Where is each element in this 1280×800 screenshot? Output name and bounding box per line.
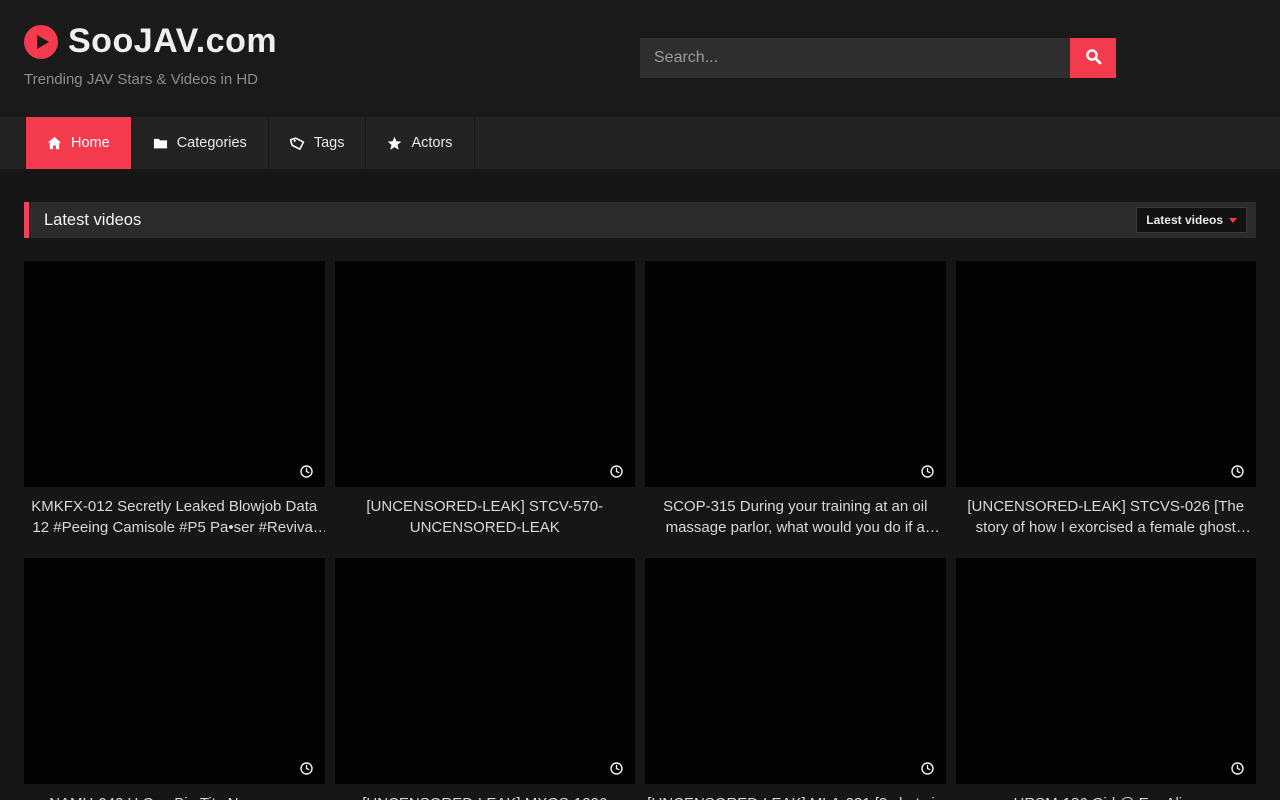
nav-item-tags[interactable]: Tags [269, 117, 367, 169]
video-title: HRSM-186 Girl @ Era Alice [956, 793, 1257, 800]
search-input[interactable] [640, 38, 1070, 78]
site-title[interactable]: SooJAV.com [68, 22, 277, 61]
video-thumbnail[interactable] [645, 261, 946, 487]
magnifier-icon [1085, 48, 1102, 68]
clock-icon [610, 762, 623, 775]
home-icon [47, 136, 62, 151]
video-title: [UNCENSORED-LEAK] STCV-570-UNCENSORED-LE… [335, 496, 636, 538]
video-thumbnail[interactable] [956, 558, 1257, 784]
nav-item-label: Actors [411, 135, 452, 151]
video-grid: KMKFX-012 Secretly Leaked Blowjob Data 1… [24, 261, 1256, 800]
video-title: [UNCENSORED-LEAK] MLA-231 [3 shots in [645, 793, 946, 800]
section-title: Latest videos [29, 211, 141, 230]
sort-dropdown[interactable]: Latest videos [1136, 207, 1247, 233]
video-thumbnail[interactable] [335, 558, 636, 784]
main-nav: Home Categories Tags Actors [0, 117, 1280, 169]
star-icon [387, 136, 402, 151]
video-card[interactable]: KMKFX-012 Secretly Leaked Blowjob Data 1… [24, 261, 325, 538]
video-title: NAMH-042 H Cup Big Tits Newcomer (170cm … [24, 793, 325, 800]
video-title: KMKFX-012 Secretly Leaked Blowjob Data 1… [24, 496, 325, 538]
search-form [640, 38, 1116, 78]
video-card[interactable]: SCOP-315 During your training at an oil … [645, 261, 946, 538]
nav-item-label: Categories [177, 135, 247, 151]
clock-icon [921, 465, 934, 478]
clock-icon [921, 762, 934, 775]
video-thumbnail[interactable] [645, 558, 946, 784]
video-thumbnail[interactable] [956, 261, 1257, 487]
section-header: Latest videos Latest videos [24, 202, 1256, 238]
site-logo[interactable]: SooJAV.com [24, 22, 277, 61]
nav-item-label: Home [71, 135, 110, 151]
video-thumbnail[interactable] [335, 261, 636, 487]
video-card[interactable]: [UNCENSORED-LEAK] STCV-570-UNCENSORED-LE… [335, 261, 636, 538]
clock-icon [610, 465, 623, 478]
video-card[interactable]: HRSM-186 Girl @ Era Alice [956, 558, 1257, 800]
video-title: [UNCENSORED-LEAK] MXGS-1296 Absolutely [335, 793, 636, 800]
video-thumbnail[interactable] [24, 558, 325, 784]
nav-item-actors[interactable]: Actors [366, 117, 474, 169]
video-thumbnail[interactable] [24, 261, 325, 487]
clock-icon [300, 762, 313, 775]
clock-icon [1231, 762, 1244, 775]
sort-dropdown-label: Latest videos [1146, 213, 1223, 227]
video-title: [UNCENSORED-LEAK] STCVS-026 [The story o… [956, 496, 1257, 538]
site-tagline: Trending JAV Stars & Videos in HD [24, 71, 277, 88]
video-card[interactable]: [UNCENSORED-LEAK] MXGS-1296 Absolutely [335, 558, 636, 800]
caret-down-icon [1229, 218, 1237, 223]
nav-item-home[interactable]: Home [25, 117, 132, 169]
main-content: Latest videos Latest videos KMKFX-012 Se… [0, 202, 1280, 800]
nav-item-label: Tags [314, 135, 345, 151]
nav-item-categories[interactable]: Categories [132, 117, 269, 169]
search-button[interactable] [1070, 38, 1116, 78]
folder-icon [153, 136, 168, 151]
video-card[interactable]: [UNCENSORED-LEAK] MLA-231 [3 shots in [645, 558, 946, 800]
clock-icon [1231, 465, 1244, 478]
site-header: SooJAV.com Trending JAV Stars & Videos i… [0, 0, 1280, 117]
video-title: SCOP-315 During your training at an oil … [645, 496, 946, 538]
tag-icon [290, 136, 305, 151]
video-card[interactable]: NAMH-042 H Cup Big Tits Newcomer (170cm … [24, 558, 325, 800]
clock-icon [300, 465, 313, 478]
play-circle-icon [24, 25, 58, 59]
video-card[interactable]: [UNCENSORED-LEAK] STCVS-026 [The story o… [956, 261, 1257, 538]
